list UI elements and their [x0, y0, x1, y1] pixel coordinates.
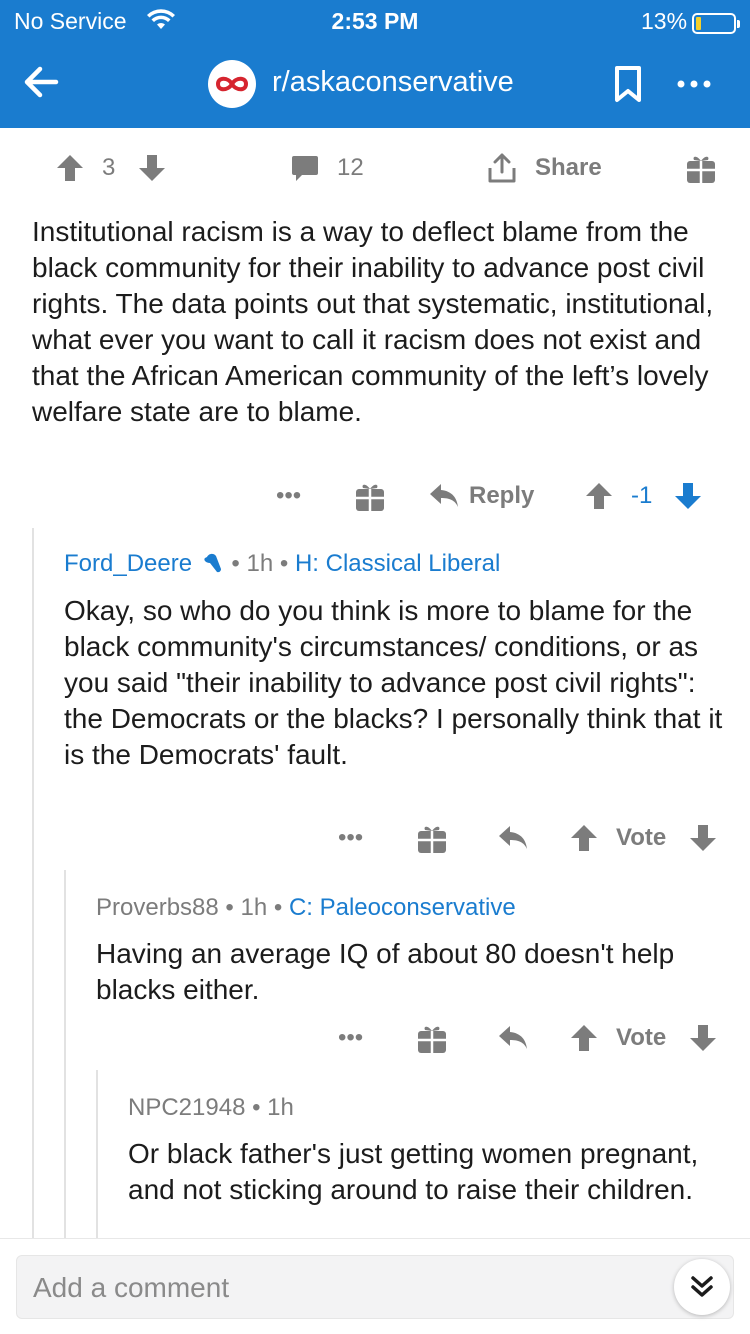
comment-author[interactable]: NPC21948 [128, 1094, 245, 1121]
downvote-icon[interactable] [689, 823, 717, 853]
reply-button[interactable] [497, 1016, 529, 1060]
comment-actions: ••• Vote [0, 1016, 750, 1060]
upvote-icon[interactable] [570, 823, 598, 853]
more-options-button[interactable]: ••• [338, 1016, 363, 1060]
comments-button[interactable] [290, 146, 320, 190]
more-options-button[interactable]: ••• [276, 474, 301, 518]
award-button[interactable] [417, 1016, 447, 1060]
comment-downvote-button[interactable] [689, 816, 717, 860]
comment-score: -1 [631, 482, 653, 509]
gift-icon [687, 156, 715, 183]
app-header: No Service 2:53 PM 13% r/askaconservativ… [0, 0, 750, 128]
comment-meta: Ford_Deere • 1h • H: Classical Liberal [64, 550, 501, 577]
root-comment-actions: ••• Reply -1 [0, 474, 750, 518]
thread-line [96, 1070, 98, 1238]
comment-text: Having an average IQ of about 80 doesn't… [96, 938, 675, 1005]
award-button[interactable] [417, 816, 447, 860]
thread-line [32, 528, 34, 1238]
comment-time: 1h [240, 894, 268, 921]
comment-downvote-button[interactable] [689, 1016, 717, 1060]
downvote-icon[interactable] [674, 481, 702, 511]
reply-button[interactable] [428, 474, 460, 518]
comment-text: Okay, so who do you think is more to bla… [64, 595, 723, 770]
comment-author[interactable]: Ford_Deere [64, 550, 192, 577]
post-action-bar: 3 12 Share [0, 146, 750, 190]
more-options-button[interactable]: ••• [338, 816, 363, 860]
subreddit-icon[interactable] [208, 60, 256, 108]
reply-icon [430, 484, 458, 507]
jump-down-icon [691, 1276, 713, 1297]
back-arrow-icon[interactable] [20, 60, 64, 104]
bookmark-icon[interactable] [610, 64, 646, 104]
vote-label: Vote [616, 824, 667, 851]
subreddit-title[interactable]: r/askaconservative [272, 66, 514, 99]
reply-icon [499, 826, 527, 849]
award-button[interactable] [686, 146, 716, 190]
comment-time: 1h [246, 550, 274, 577]
comment-composer: Add a comment [0, 1238, 750, 1334]
comment-meta: NPC21948 • 1h [128, 1094, 294, 1121]
jump-down-button[interactable] [674, 1259, 730, 1315]
gift-icon [418, 826, 446, 853]
downvote-icon[interactable] [689, 1023, 717, 1053]
upvote-icon[interactable] [570, 1023, 598, 1053]
comment-upvote-button[interactable] [570, 816, 598, 860]
comment-icon [292, 156, 318, 181]
battery-icon [692, 13, 740, 34]
post-downvote-button[interactable] [138, 146, 166, 190]
comment-time: 1h [267, 1094, 294, 1121]
more-icon[interactable] [672, 64, 716, 104]
gift-icon [356, 484, 384, 511]
comment-input-placeholder: Add a comment [33, 1272, 230, 1303]
comment-upvote-button[interactable] [570, 1016, 598, 1060]
reply-label[interactable]: Reply [469, 474, 534, 518]
gift-icon [418, 1026, 446, 1053]
comment-input[interactable]: Add a comment [16, 1255, 734, 1319]
upvote-icon[interactable] [585, 481, 613, 511]
battery-percent: 13% [641, 8, 688, 34]
share-icon [488, 153, 516, 183]
post-upvote-button[interactable] [56, 146, 84, 190]
comment-actions: ••• Vote [0, 816, 750, 860]
comment-count: 12 [337, 154, 364, 181]
downvote-icon[interactable] [138, 153, 166, 183]
comment-downvote-button[interactable] [674, 474, 702, 518]
post-score: 3 [102, 154, 116, 181]
comment-upvote-button[interactable] [585, 474, 613, 518]
vote-label: Vote [616, 1024, 667, 1051]
upvote-icon[interactable] [56, 153, 84, 183]
comment-meta: Proverbs88 • 1h • C: Paleoconservative [96, 894, 516, 921]
user-flair: C: Paleoconservative [288, 894, 516, 921]
reply-icon [499, 1026, 527, 1049]
clock: 2:53 PM [331, 8, 419, 34]
wrench-icon [202, 553, 221, 573]
root-comment-text: Institutional racism is a way to deflect… [32, 216, 714, 427]
comment-author[interactable]: Proverbs88 [96, 894, 219, 921]
share-label[interactable]: Share [535, 146, 602, 190]
user-flair: H: Classical Liberal [294, 550, 501, 577]
comment-text: Or black father's just getting women pre… [128, 1138, 699, 1205]
share-button[interactable] [486, 146, 518, 190]
award-button[interactable] [355, 474, 385, 518]
status-bar: No Service 2:53 PM 13% [0, 6, 750, 36]
reply-button[interactable] [497, 816, 529, 860]
